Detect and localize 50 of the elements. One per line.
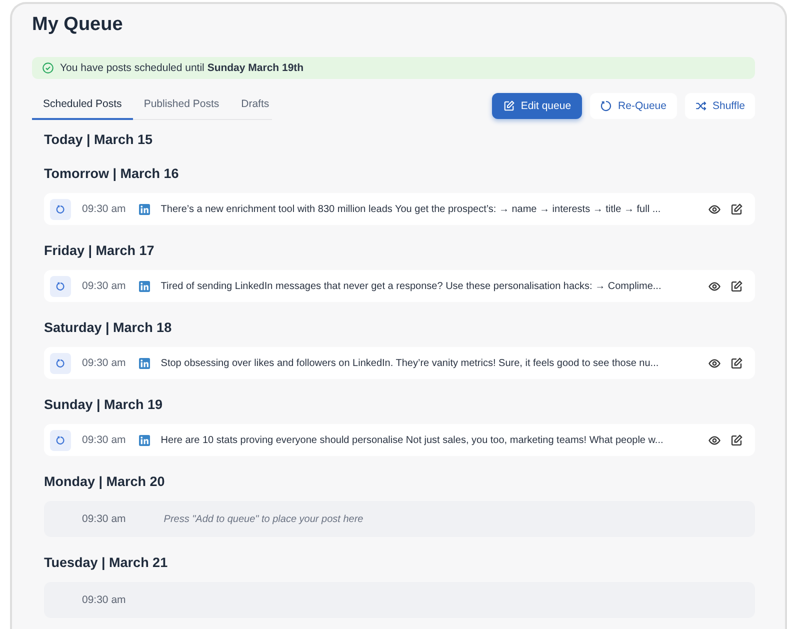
eye-icon[interactable] xyxy=(708,280,721,292)
day-heading: Friday | March 17 xyxy=(44,243,156,259)
edit-icon[interactable] xyxy=(730,434,743,446)
requeue-button[interactable]: Re-Queue xyxy=(590,93,676,119)
post-row[interactable]: 09:30 am Tired of sending LinkedIn messages that never get a response? Use these personalisation hacks: → Complime... xyxy=(44,270,755,302)
post-time: 09:30 am xyxy=(82,434,126,446)
post-preview: There’s a new enrichment tool with 830 million leads You get the prospect’s: → name → interests → title → full ... xyxy=(160,204,662,214)
timer-icon xyxy=(50,276,71,296)
check-circle-icon xyxy=(42,62,54,74)
edit-icon[interactable] xyxy=(730,202,743,216)
linkedin-icon xyxy=(138,434,150,446)
post-preview: Here are 10 stats proving everyone should personalise Not just sales, you too, marketing teams! What people w... xyxy=(160,434,664,446)
post-time: 09:30 am xyxy=(82,357,126,369)
slot-hint: Press "Add to queue" to place your post here xyxy=(164,514,364,524)
slot-time: 09:30 am xyxy=(82,594,126,606)
refresh-icon xyxy=(600,100,612,112)
eye-icon[interactable] xyxy=(708,356,721,370)
eye-icon[interactable] xyxy=(708,202,721,216)
linkedin-icon xyxy=(138,358,150,368)
day-heading: Tuesday | March 21 xyxy=(44,555,169,571)
edit-icon[interactable] xyxy=(730,356,743,370)
tab[interactable]: Drafts xyxy=(230,98,280,120)
post-time: 09:30 am xyxy=(82,280,126,292)
day-heading: Tomorrow | March 16 xyxy=(44,166,180,182)
tab[interactable]: Published Posts xyxy=(132,98,230,120)
timer-icon xyxy=(50,352,71,374)
post-row[interactable]: 09:30 am Here are 10 stats proving everyone should personalise Not just sales, you too, marketing teams! What people w... xyxy=(44,424,755,456)
day-heading: Monday | March 20 xyxy=(44,474,166,490)
shuffle-icon xyxy=(694,100,706,112)
eye-icon[interactable] xyxy=(708,434,721,446)
timer-icon xyxy=(50,198,71,220)
post-time: 09:30 am xyxy=(82,203,126,215)
post-preview: Tired of sending LinkedIn messages that never get a response? Use these personalisation hacks: → Complime... xyxy=(160,280,662,292)
timer-icon xyxy=(50,430,71,450)
post-preview: Stop obsessing over likes and followers on LinkedIn. They’re vanity metrics! Sure, it feels good to see those nu... xyxy=(160,358,660,368)
tab[interactable]: Scheduled Posts xyxy=(32,98,133,120)
linkedin-icon xyxy=(138,280,150,292)
page-title: My Queue xyxy=(32,14,124,36)
day-heading: Saturday | March 18 xyxy=(44,320,173,336)
shuffle-button[interactable]: Shuffle xyxy=(684,93,755,119)
day-heading: Sunday | March 19 xyxy=(44,397,164,413)
linkedin-icon xyxy=(138,204,150,214)
post-row[interactable]: 09:30 am Stop obsessing over likes and followers on LinkedIn. They’re vanity metrics! Sure, it feels good to see those nu... xyxy=(44,347,755,379)
post-row[interactable]: 09:30 am There’s a new enrichment tool with 830 million leads You get the prospect’s: → name → interests → title → full ... xyxy=(44,193,755,225)
edit-icon[interactable] xyxy=(730,280,743,292)
edit-queue-button[interactable]: Edit queue xyxy=(492,93,582,119)
day-heading: Today | March 15 xyxy=(44,132,154,148)
alert-text: You have posts scheduled until Sunday March 19th xyxy=(60,62,304,74)
edit-icon xyxy=(502,100,515,112)
slot-time: 09:30 am xyxy=(82,513,126,525)
